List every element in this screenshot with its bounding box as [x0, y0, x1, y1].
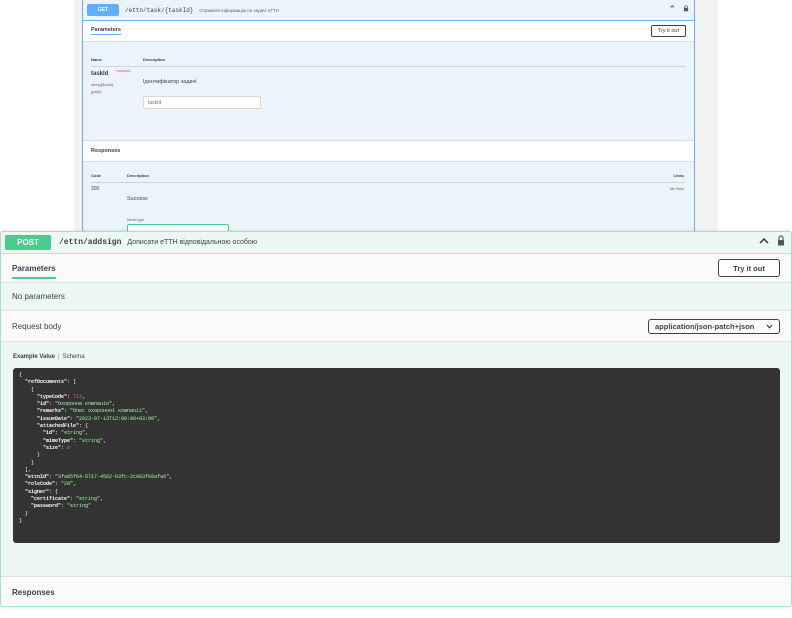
post-responses-header: Responses — [1, 576, 791, 606]
content-type-select[interactable]: application/json-patch+json — [648, 318, 780, 334]
get-responses-table: Code Description Links 200 Success No li… — [83, 162, 694, 231]
lock-icon[interactable] — [683, 5, 689, 12]
get-parameters-header: Parameters Try it out — [83, 21, 694, 42]
divider — [91, 66, 686, 67]
example-schema-tabs: Example Value | Schema — [13, 354, 85, 360]
get-operation-description: Отримати інформацію по задачі еТТН — [199, 7, 279, 13]
lock-icon[interactable] — [777, 235, 785, 246]
get-parameters-table: Name Description taskId * required strin… — [83, 42, 694, 140]
divider — [91, 182, 686, 183]
get-operation-summary[interactable]: GET /ettn/task/{taskId} Отримати інформа… — [83, 0, 694, 21]
param-description: Ідентифікатор задачі — [143, 79, 197, 85]
post-operation-block: POST /ettn/addsign Дописати еТТН відпові… — [0, 231, 792, 607]
request-body-header: Request body application/json-patch+json — [1, 311, 791, 342]
post-parameters-header: Parameters Try it out — [1, 254, 791, 283]
col-name-header: Name — [91, 57, 102, 62]
chevron-down-icon — [766, 324, 773, 329]
tab-example-value[interactable]: Example Value — [13, 354, 55, 360]
post-operation-path: /ettn/addsign — [59, 238, 122, 247]
tab-separator: | — [58, 354, 60, 360]
response-links: No links — [669, 186, 684, 191]
get-operation-path: /ettn/task/{taskId} — [125, 6, 194, 14]
post-responses-title: Responses — [12, 588, 55, 597]
example-json-code-block[interactable]: { "refDocuments": [ { "typeCode": 712, "… — [13, 368, 780, 543]
try-it-out-button[interactable]: Try it out — [718, 259, 780, 277]
param-name: taskId — [91, 71, 109, 77]
chevron-up-icon[interactable] — [759, 236, 769, 246]
get-try-it-out-button[interactable]: Try it out — [650, 25, 686, 37]
param-location: (path) — [91, 89, 102, 94]
post-operation-description: Дописати еТТН відповідальною особою — [127, 239, 258, 246]
get-operation-block: GET /ettn/task/{taskId} Отримати інформа… — [82, 0, 695, 232]
param-required: * required — [115, 69, 131, 73]
collapse-arrow-icon[interactable]: ⌃ — [668, 4, 676, 15]
col-code-header: Code — [91, 173, 101, 178]
response-description: Success — [127, 196, 148, 202]
col-description-header: Description — [127, 173, 150, 178]
example-json: { "refDocuments": [ { "typeCode": 712, "… — [19, 372, 173, 524]
get-responses-header: Responses — [83, 140, 694, 162]
task-id-input[interactable] — [143, 96, 261, 109]
media-type-label: Media type — [127, 218, 145, 222]
post-parameters-tab[interactable]: Parameters — [12, 257, 56, 279]
get-parameters-title: Parameters — [91, 27, 121, 35]
tab-schema[interactable]: Schema — [63, 354, 85, 360]
no-parameters-text: No parameters — [1, 283, 791, 311]
col-links-header: Links — [673, 173, 684, 178]
get-responses-title: Responses — [91, 148, 121, 154]
param-type: string($uuid) — [91, 82, 114, 87]
response-code: 200 — [91, 186, 100, 192]
post-operation-summary[interactable]: POST /ettn/addsign Дописати еТТН відпові… — [1, 232, 791, 254]
request-body-label: Request body — [12, 321, 62, 331]
get-method-badge: GET — [87, 4, 119, 16]
col-description-header: Description — [143, 57, 166, 62]
content-type-value: application/json-patch+json — [655, 321, 755, 331]
post-method-badge: POST — [5, 235, 51, 250]
